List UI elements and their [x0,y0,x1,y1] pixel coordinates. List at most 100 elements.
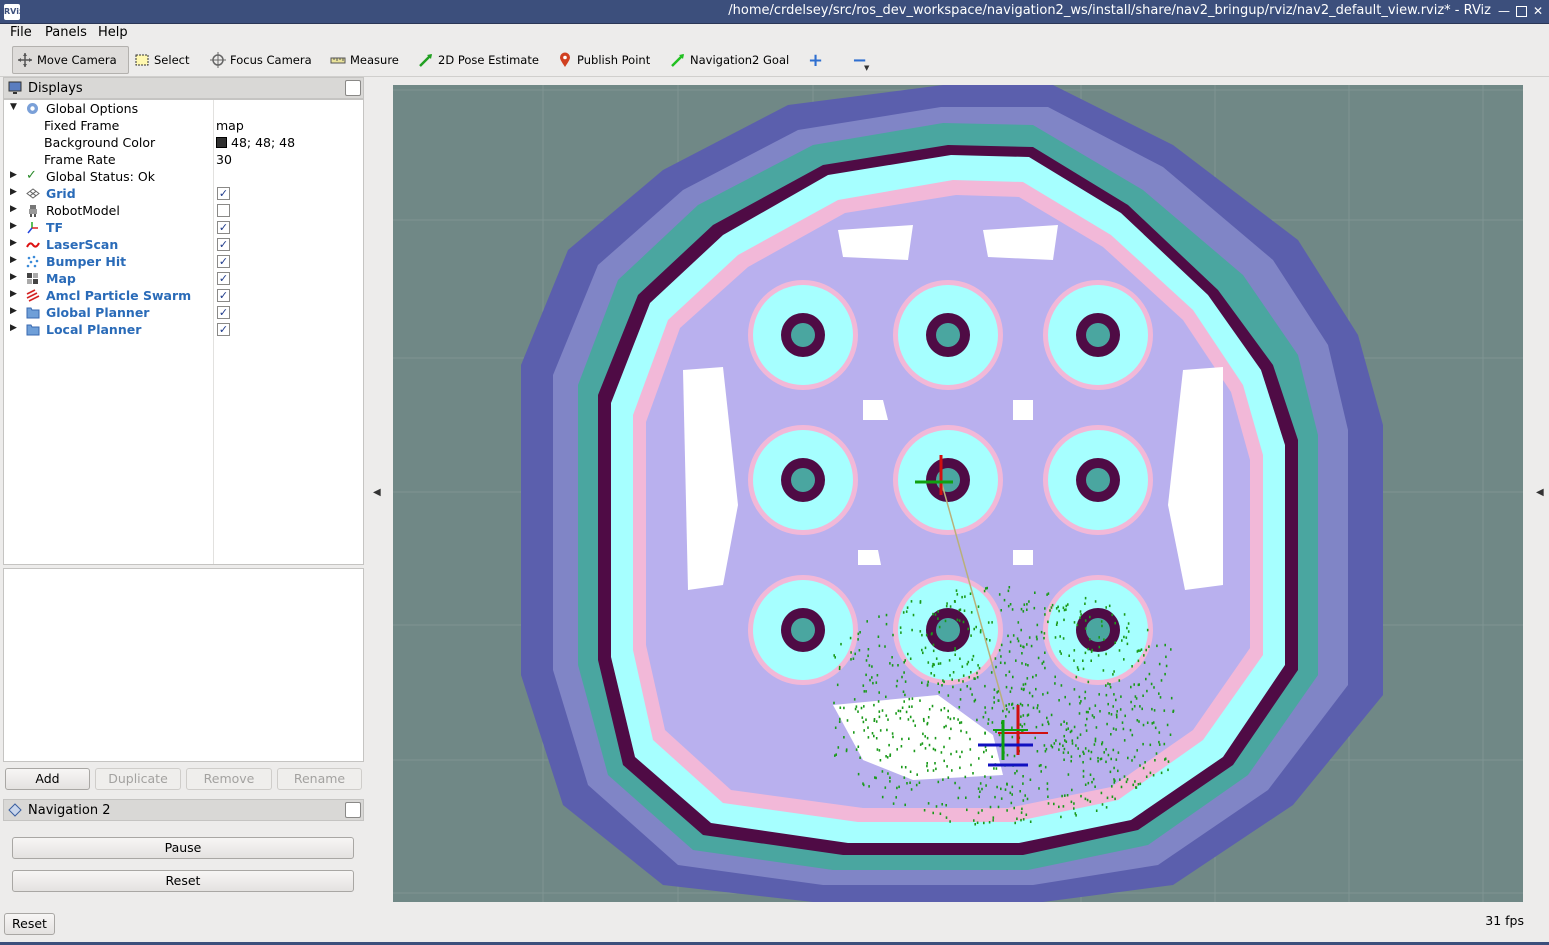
display-checkbox[interactable]: ✓ [217,221,230,234]
particle [1055,607,1058,610]
reset-time-button[interactable]: Reset [4,913,55,935]
tree-row-global-status[interactable]: ▶ ✓ Global Status: Ok [4,168,363,185]
costmap-view[interactable] [393,85,1523,902]
tree-row-tf[interactable]: ▶ TF ✓ [4,219,363,236]
particle [1028,636,1031,639]
rename-display-button[interactable]: Rename [277,768,362,790]
particle [1070,800,1073,804]
tool-focus-camera[interactable]: Focus Camera [206,46,316,74]
display-checkbox[interactable]: ✓ [217,238,230,251]
panel-undock-button[interactable] [345,80,361,96]
tree-row-laserscan[interactable]: ▶ LaserScan ✓ [4,236,363,253]
minimize-icon[interactable]: — [1497,4,1511,18]
background-color-value[interactable]: 48; 48; 48 [216,135,295,150]
tool-select[interactable]: Select [130,46,193,74]
particle [1022,799,1025,802]
collapse-left-icon[interactable]: ◀ [373,487,381,498]
collapsed-arrow-icon[interactable]: ▶ [10,289,17,299]
collapsed-arrow-icon[interactable]: ▶ [10,238,17,248]
particle [1098,693,1100,696]
menu-panels[interactable]: Panels [45,25,87,40]
menu-file[interactable]: File [10,25,32,40]
tree-row-amcl-particle-swarm[interactable]: ▶ Amcl Particle Swarm ✓ [4,287,363,304]
tree-row-global-options[interactable]: ▼ Global Options [4,100,363,117]
particle [958,786,961,790]
tool-publish-point[interactable]: Publish Point [553,46,654,74]
collapsed-arrow-icon[interactable]: ▶ [10,204,17,214]
particle [1013,754,1016,758]
collapsed-arrow-icon[interactable]: ▶ [10,255,17,265]
particle [963,609,966,612]
collapsed-arrow-icon[interactable]: ▶ [10,170,17,180]
duplicate-display-button[interactable]: Duplicate [95,768,181,790]
menu-help[interactable]: Help [98,25,128,40]
add-tool-button[interactable]: + [804,46,827,74]
pause-button[interactable]: Pause [12,837,354,859]
particle [1119,708,1122,711]
expanded-arrow-icon[interactable]: ▼ [10,102,17,112]
particle [1172,709,1175,713]
3d-viewport[interactable] [393,85,1523,902]
particle [1142,694,1144,697]
particle [984,684,986,688]
tree-row-bumper-hit[interactable]: ▶ Bumper Hit ✓ [4,253,363,270]
collapsed-arrow-icon[interactable]: ▶ [10,306,17,316]
particle [984,706,986,709]
particle [1139,705,1141,708]
particle [1015,659,1017,662]
collapsed-arrow-icon[interactable]: ▶ [10,272,17,282]
display-checkbox[interactable]: ✓ [217,272,230,285]
tree-row-frame-rate[interactable]: Frame Rate 30 [4,151,363,168]
particle [1151,707,1153,711]
collapsed-arrow-icon[interactable]: ▶ [10,221,17,231]
particle [916,773,918,776]
display-checkbox[interactable] [217,204,230,217]
tree-row-map[interactable]: ▶ Map ✓ [4,270,363,287]
particle [1073,649,1076,652]
particle [1012,706,1015,710]
particle [924,735,926,738]
collapsed-arrow-icon[interactable]: ▶ [10,323,17,333]
remove-display-button[interactable]: Remove [186,768,272,790]
display-checkbox[interactable]: ✓ [217,255,230,268]
maximize-icon[interactable] [1516,6,1527,17]
particle [907,718,910,721]
particle [1023,645,1025,649]
particle [887,772,889,775]
tree-row-fixed-frame[interactable]: Fixed Frame map [4,117,363,134]
collapsed-arrow-icon[interactable]: ▶ [10,187,17,197]
particle [885,622,888,626]
tree-row-robotmodel[interactable]: ▶ RobotModel [4,202,363,219]
collapse-right-icon[interactable]: ◀ [1536,487,1544,498]
display-checkbox[interactable]: ✓ [217,323,230,336]
tree-row-background-color[interactable]: Background Color 48; 48; 48 [4,134,363,151]
particle [966,808,968,812]
frame-rate-value[interactable]: 30 [216,152,232,167]
display-checkbox[interactable]: ✓ [217,289,230,302]
particle [1035,635,1038,639]
particle [949,820,951,823]
close-icon[interactable]: ✕ [1531,4,1545,18]
tree-row-global-planner[interactable]: ▶ Global Planner ✓ [4,304,363,321]
particle [903,700,905,703]
menubar: File Panels Help [0,24,1549,42]
display-label: Global Planner [46,305,150,320]
reset-navigation-button[interactable]: Reset [12,870,354,892]
particle [1123,635,1125,639]
tree-row-local-planner[interactable]: ▶ Local Planner ✓ [4,321,363,338]
tool-measure[interactable]: Measure [326,46,403,74]
tool-2d-pose-estimate[interactable]: 2D Pose Estimate [414,46,543,74]
add-display-button[interactable]: Add [5,768,90,790]
tool-navigation2-goal[interactable]: Navigation2 Goal [666,46,793,74]
particle [903,661,905,664]
tree-row-grid[interactable]: ▶ Grid ✓ [4,185,363,202]
particle [959,698,962,701]
tool-move-camera[interactable]: Move Camera [12,46,129,74]
fixed-frame-value[interactable]: map [216,118,244,133]
particle [1170,648,1172,651]
particle [1073,807,1075,810]
panel-undock-button[interactable] [345,802,361,818]
remove-tool-button[interactable]: − ▼ [848,46,871,74]
display-checkbox[interactable]: ✓ [217,306,230,319]
display-checkbox[interactable]: ✓ [217,187,230,200]
